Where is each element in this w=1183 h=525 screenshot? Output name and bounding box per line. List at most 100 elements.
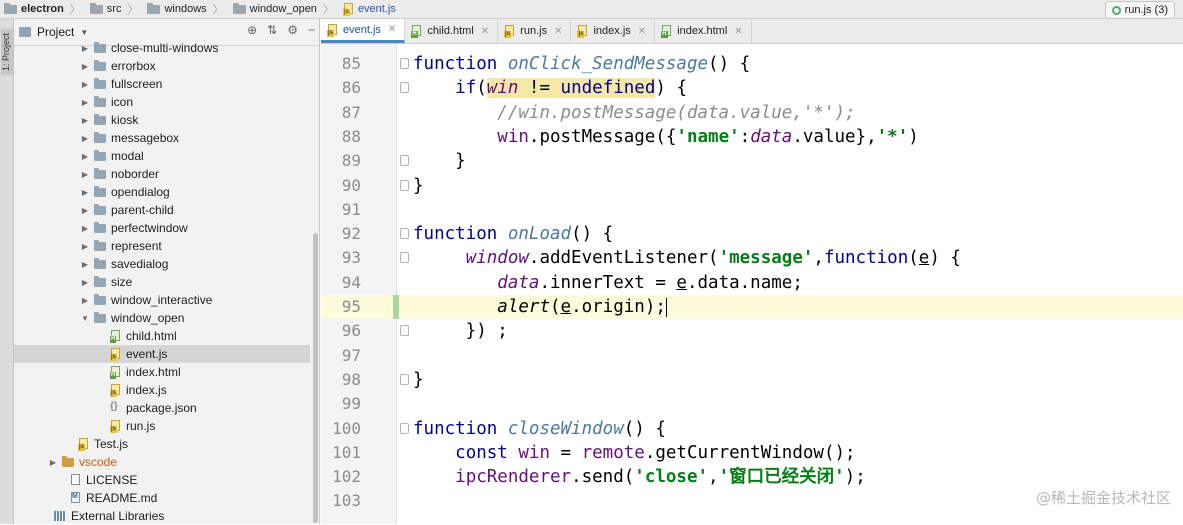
editor-tab[interactable]: child.html ✕ <box>405 19 499 43</box>
project-tool-button[interactable]: 1: Project <box>1 29 13 76</box>
tree-item[interactable]: ▶ kiosk <box>14 111 310 129</box>
fold-marker-icon[interactable] <box>400 179 409 191</box>
fold-marker-icon[interactable] <box>400 325 409 337</box>
code-text[interactable]: window.addEventListener('message',functi… <box>413 246 961 270</box>
tree-item[interactable]: README.md <box>14 489 310 507</box>
chevron-right-icon[interactable]: ▶ <box>80 44 90 53</box>
tree-item[interactable]: ▶ errorbox <box>14 57 310 75</box>
code-text[interactable]: win.postMessage({'name':data.value},'*') <box>413 125 919 149</box>
code-text[interactable]: alert(e.origin); <box>413 295 667 319</box>
tree-item[interactable]: ▶ window_interactive <box>14 291 310 309</box>
code-editor[interactable]: 85 function onClick_SendMessage() {86 if(… <box>321 44 1183 524</box>
tree-item[interactable]: ▶ perfectwindow <box>14 219 310 237</box>
close-icon[interactable]: ✕ <box>638 26 646 37</box>
tree-item[interactable]: package.json <box>14 399 310 417</box>
hide-panel-icon[interactable]: − <box>308 23 315 37</box>
chevron-right-icon[interactable]: ▶ <box>80 152 90 161</box>
code-text[interactable]: } <box>413 174 424 198</box>
tree-item[interactable]: ▶ savedialog <box>14 255 310 273</box>
code-text[interactable]: data.innerText = e.data.name; <box>413 271 803 295</box>
editor-tabs: event.js✕child.html✕run.js✕index.js✕inde… <box>321 19 1183 44</box>
close-icon[interactable]: ✕ <box>734 26 742 37</box>
chevron-right-icon[interactable]: ▶ <box>80 170 90 179</box>
tree-item[interactable]: Test.js <box>14 435 310 453</box>
code-text[interactable]: if(win != undefined) { <box>413 76 687 100</box>
tree-item[interactable]: event.js <box>14 345 310 363</box>
editor-tab[interactable]: index.html ✕ <box>655 19 752 43</box>
editor-tab[interactable]: event.js ✕ <box>321 19 406 43</box>
tree-item[interactable]: index.html <box>14 363 310 381</box>
tree-item[interactable]: ▶ modal <box>14 147 310 165</box>
tree-item[interactable]: LICENSE <box>14 471 310 489</box>
code-line: 95 alert(e.origin); <box>321 295 1183 319</box>
code-text[interactable]: } <box>413 149 466 173</box>
fold-marker-icon[interactable] <box>400 422 409 434</box>
tree-item[interactable]: ▼ window_open <box>14 309 310 327</box>
chevron-right-icon[interactable]: ▶ <box>80 224 90 233</box>
code-text[interactable]: function closeWindow() { <box>413 417 666 441</box>
chevron-right-icon[interactable]: ▶ <box>80 278 90 287</box>
chevron-down-icon[interactable]: ▼ <box>80 314 90 323</box>
tree-item[interactable]: ▶ size <box>14 273 310 291</box>
chevron-right-icon[interactable]: ▶ <box>80 62 90 71</box>
editor-tab[interactable]: index.js ✕ <box>571 19 656 43</box>
tree-item[interactable]: index.js <box>14 381 310 399</box>
close-icon[interactable]: ✕ <box>481 26 489 37</box>
fold-marker-icon[interactable] <box>400 58 409 69</box>
tree-item[interactable]: child.html <box>14 327 310 345</box>
tree-item[interactable]: External Libraries <box>14 507 310 525</box>
tree-item[interactable]: ▶ fullscreen <box>14 75 310 93</box>
locate-file-icon[interactable]: ⊕ <box>247 23 257 37</box>
code-text[interactable]: }) ; <box>413 319 508 343</box>
gear-icon[interactable]: ⚙ <box>287 23 298 37</box>
run-configuration-selector[interactable]: run.js (3) <box>1104 1 1175 19</box>
chevron-right-icon[interactable]: ▶ <box>80 134 90 143</box>
fold-marker-icon[interactable] <box>400 252 409 264</box>
tree-item[interactable]: ▶ opendialog <box>14 183 310 201</box>
line-number: 90 <box>341 175 361 195</box>
project-panel-title[interactable]: Project <box>37 25 74 39</box>
chevron-right-icon[interactable]: ▶ <box>80 206 90 215</box>
tree-item[interactable]: run.js <box>14 417 310 435</box>
line-number: 101 <box>332 442 361 462</box>
editor-tab[interactable]: run.js ✕ <box>498 19 572 43</box>
chevron-right-icon[interactable]: ▶ <box>80 188 90 197</box>
tree-item[interactable]: ▶ noborder <box>14 165 310 183</box>
tree-item[interactable]: ▶ vscode <box>14 453 310 471</box>
code-text[interactable]: function onClick_SendMessage() { <box>413 52 750 76</box>
chevron-right-icon[interactable]: ▶ <box>48 458 58 467</box>
code-text[interactable]: //win.postMessage(data.value,'*'); <box>413 101 855 125</box>
breadcrumb-item[interactable]: src 〉 <box>86 0 144 19</box>
breadcrumb-item[interactable]: window_open 〉 <box>229 0 339 19</box>
tree-item-label: vscode <box>79 455 118 469</box>
code-text[interactable]: ipcRenderer.send('close','窗口已经关闭'); <box>413 465 866 489</box>
chevron-right-icon[interactable]: ▶ <box>80 98 90 107</box>
code-text[interactable]: } <box>413 368 424 392</box>
code-text[interactable]: function onLoad() { <box>413 222 613 246</box>
tree-item-label: Test.js <box>94 437 129 451</box>
tree-item[interactable]: ▶ close-multi-windows <box>14 39 310 57</box>
chevron-right-icon[interactable]: ▶ <box>80 260 90 269</box>
fold-marker-icon[interactable] <box>400 155 409 167</box>
folder-icon <box>94 203 106 215</box>
breadcrumb-item[interactable]: electron 〉 <box>0 0 86 19</box>
tree-item[interactable]: ▶ represent <box>14 237 310 255</box>
chevron-right-icon[interactable]: ▶ <box>80 242 90 251</box>
chevron-down-icon[interactable]: ▼ <box>80 28 88 37</box>
chevron-right-icon[interactable]: ▶ <box>80 296 90 305</box>
tree-item[interactable]: ▶ parent-child <box>14 201 310 219</box>
breadcrumb-item[interactable]: event.js <box>339 0 396 19</box>
close-icon[interactable]: ✕ <box>388 24 396 35</box>
collapse-all-icon[interactable]: ⇅ <box>267 23 277 37</box>
tree-item[interactable]: ▶ messagebox <box>14 129 310 147</box>
close-icon[interactable]: ✕ <box>554 26 562 37</box>
fold-marker-icon[interactable] <box>400 82 409 94</box>
fold-marker-icon[interactable] <box>400 228 409 240</box>
chevron-right-icon[interactable]: ▶ <box>80 116 90 125</box>
fold-marker-icon[interactable] <box>400 373 409 385</box>
tree-item[interactable]: ▶ icon <box>14 93 310 111</box>
project-scrollbar[interactable] <box>313 233 318 523</box>
code-text[interactable]: const win = remote.getCurrentWindow(); <box>413 441 855 465</box>
breadcrumb-item[interactable]: windows 〉 <box>143 0 228 19</box>
chevron-right-icon[interactable]: ▶ <box>80 80 90 89</box>
